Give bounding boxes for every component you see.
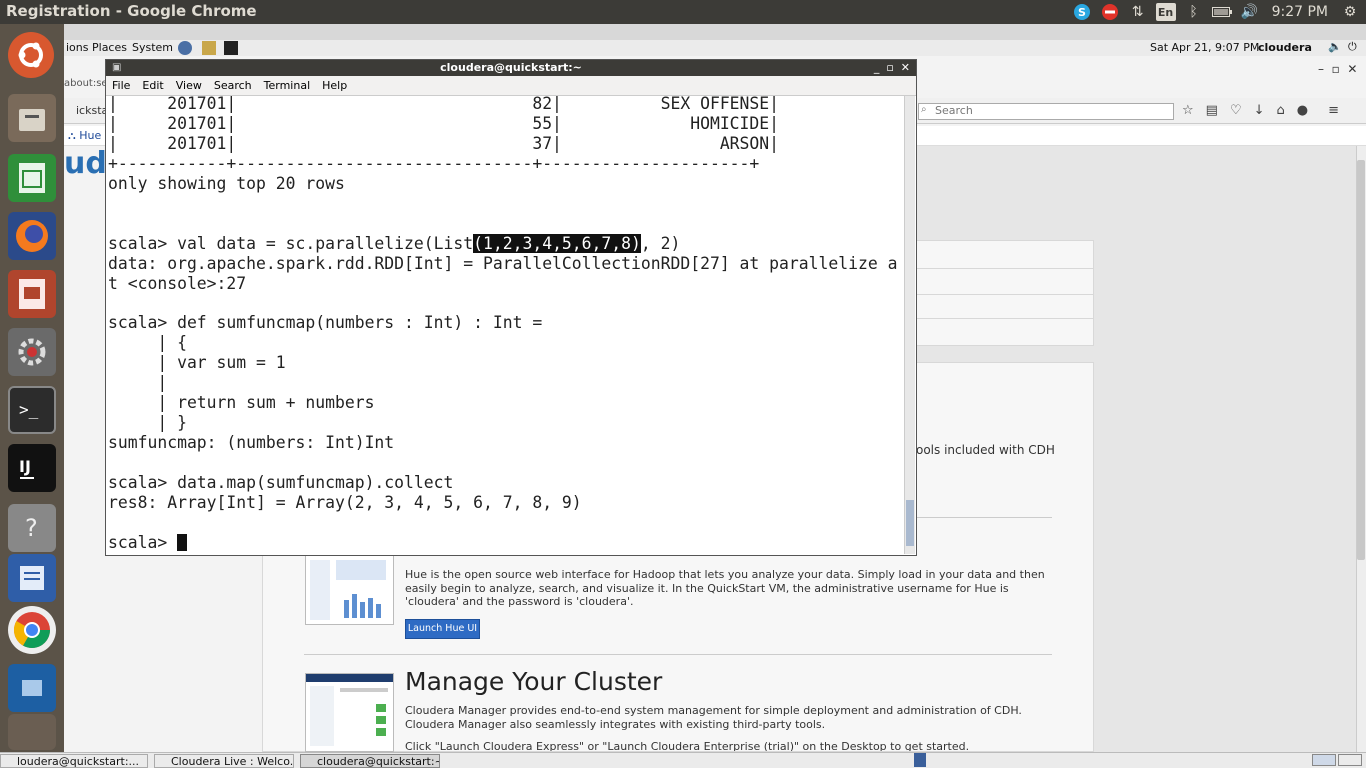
files-icon[interactable] xyxy=(8,94,56,142)
scala-prompt: scala> xyxy=(108,532,178,552)
mail-icon[interactable] xyxy=(202,41,216,55)
terminal-menubar: File Edit View Search Terminal Help xyxy=(106,76,916,96)
top-panel: Registration - Google Chrome S ⇅ En ᛒ 🔊 … xyxy=(0,0,1366,24)
window-menu-icon[interactable]: ▣ xyxy=(112,62,121,73)
manage-hint: Click "Launch Cloudera Express" or "Laun… xyxy=(405,740,970,751)
manage-description: Cloudera Manager provides end-to-end sys… xyxy=(405,704,1022,731)
notification-icon[interactable] xyxy=(914,753,926,767)
hamburger-menu-icon[interactable]: ≡ xyxy=(1328,103,1339,118)
keyboard-layout-indicator[interactable]: En xyxy=(1155,3,1176,21)
terminal-titlebar: cloudera@quickstart:~ xyxy=(106,60,916,76)
menu-edit[interactable]: Edit xyxy=(142,79,163,92)
cloudera-manager-thumbnail xyxy=(305,673,394,752)
download-icon[interactable]: ↓ xyxy=(1254,103,1265,118)
launch-hue-button[interactable]: Launch Hue UI xyxy=(405,619,480,639)
browser-titlebar xyxy=(64,24,1366,40)
selected-text: (1,2,3,4,5,6,7,8) xyxy=(473,233,641,253)
system-tray: S ⇅ En ᛒ 🔊 9:27 PM ⚙ xyxy=(1072,0,1360,24)
svg-text:>_: >_ xyxy=(19,400,39,419)
launcher: >_ IJ ? xyxy=(0,24,64,752)
terminal-output[interactable]: | 201701| 82| SEX OFFENSE| | 201701| 55|… xyxy=(108,94,906,554)
tools-text: ools included with CDH xyxy=(916,443,1055,457)
output-before: | 201701| 82| SEX OFFENSE| | 201701| 55|… xyxy=(108,94,780,253)
svg-text:?: ? xyxy=(25,514,38,542)
globe-icon[interactable] xyxy=(178,41,192,55)
menu-terminal[interactable]: Terminal xyxy=(264,79,311,92)
firefox-icon[interactable] xyxy=(8,212,56,260)
writer-icon[interactable] xyxy=(8,554,56,602)
battery-icon[interactable] xyxy=(1211,2,1232,22)
gear-icon[interactable]: ⚙ xyxy=(1340,2,1360,22)
chat-icon[interactable]: ● xyxy=(1297,103,1308,118)
browser-window-controls[interactable]: – ▫ ✕ xyxy=(1318,62,1357,76)
workspace-switcher-2[interactable] xyxy=(1338,754,1362,766)
spreadsheet-icon[interactable] xyxy=(8,154,56,202)
manage-cluster-title: Manage Your Cluster xyxy=(405,667,663,696)
update-blocked-icon[interactable] xyxy=(1100,2,1120,22)
bottom-taskbar: loudera@quickstart:... Cloudera Live : W… xyxy=(0,752,1366,768)
ubuntu-dash-icon[interactable] xyxy=(8,32,54,78)
menu-search[interactable]: Search xyxy=(214,79,252,92)
panel-user[interactable]: cloudera xyxy=(1258,41,1312,54)
output-after: , 2) data: org.apache.spark.rdd.RDD[Int]… xyxy=(108,233,898,513)
menu-applications[interactable]: ions xyxy=(66,41,89,54)
network-icon[interactable]: ⇅ xyxy=(1128,2,1148,22)
terminal-window-controls[interactable]: _ ▫ ✕ xyxy=(874,61,910,74)
impress-icon[interactable] xyxy=(8,270,56,318)
hue-bookmark[interactable]: ⛬ Hue xyxy=(68,129,101,143)
page-scrollbar-thumb[interactable] xyxy=(1357,160,1365,560)
chrome-icon[interactable] xyxy=(8,606,56,654)
browser-toolbar-icons: ☆ ▤ ♡ ↓ ⌂ ● ≡ xyxy=(1182,103,1339,118)
settings-icon[interactable] xyxy=(8,328,56,376)
menu-system[interactable]: System xyxy=(132,41,173,54)
power-icon[interactable]: ⏻ xyxy=(1348,40,1357,54)
menu-places[interactable]: Places xyxy=(92,41,127,54)
divider xyxy=(304,654,1052,655)
virtualbox-icon[interactable] xyxy=(8,664,56,712)
panel-datetime[interactable]: Sat Apr 21, 9:07 PM xyxy=(1150,41,1259,54)
text-cursor xyxy=(177,533,188,551)
search-icon: ⌕ xyxy=(921,104,927,115)
trash-icon[interactable] xyxy=(8,714,56,750)
search-input[interactable]: Search xyxy=(918,103,1174,120)
menu-help[interactable]: Help xyxy=(322,79,347,92)
clock[interactable]: 9:27 PM xyxy=(1268,4,1332,20)
hue-description: Hue is the open source web interface for… xyxy=(405,568,1045,608)
workspace-switcher-1[interactable] xyxy=(1312,754,1336,766)
hue-screenshot-thumbnail xyxy=(305,555,394,625)
terminal-launcher-icon[interactable] xyxy=(224,41,238,55)
side-panel xyxy=(902,240,1094,346)
reader-icon[interactable]: ▤ xyxy=(1206,103,1218,118)
task-terminal-1[interactable]: loudera@quickstart:... xyxy=(0,754,148,768)
svg-text:IJ: IJ xyxy=(19,457,31,476)
terminal-scrollbar-thumb[interactable] xyxy=(906,500,914,546)
help-icon[interactable]: ? xyxy=(8,504,56,552)
menu-file[interactable]: File xyxy=(112,79,130,92)
gnome-panel: ions Places System Sat Apr 21, 9:07 PM c… xyxy=(64,40,1366,56)
volume-icon[interactable]: 🔈 xyxy=(1328,40,1342,53)
task-chrome[interactable]: Cloudera Live : Welco... xyxy=(154,754,294,768)
pocket-icon[interactable]: ♡ xyxy=(1230,103,1242,118)
intellij-icon[interactable]: IJ xyxy=(8,444,56,492)
skype-icon[interactable]: S xyxy=(1072,2,1092,22)
task-terminal-2[interactable]: cloudera@quickstart:~ xyxy=(300,754,440,768)
volume-icon[interactable]: 🔊 xyxy=(1240,2,1260,22)
svg-text:S: S xyxy=(1078,6,1086,19)
terminal-icon[interactable]: >_ xyxy=(8,386,56,434)
window-title: Registration - Google Chrome xyxy=(6,2,257,20)
terminal-scrollbar[interactable] xyxy=(904,96,915,554)
menu-view[interactable]: View xyxy=(176,79,202,92)
home-icon[interactable]: ⌂ xyxy=(1277,103,1285,118)
star-icon[interactable]: ☆ xyxy=(1182,103,1194,118)
hue-icon: ⛬ xyxy=(68,129,80,142)
terminal-window: cloudera@quickstart:~ ▣ _ ▫ ✕ File Edit … xyxy=(105,59,917,556)
bluetooth-icon[interactable]: ᛒ xyxy=(1184,2,1204,22)
